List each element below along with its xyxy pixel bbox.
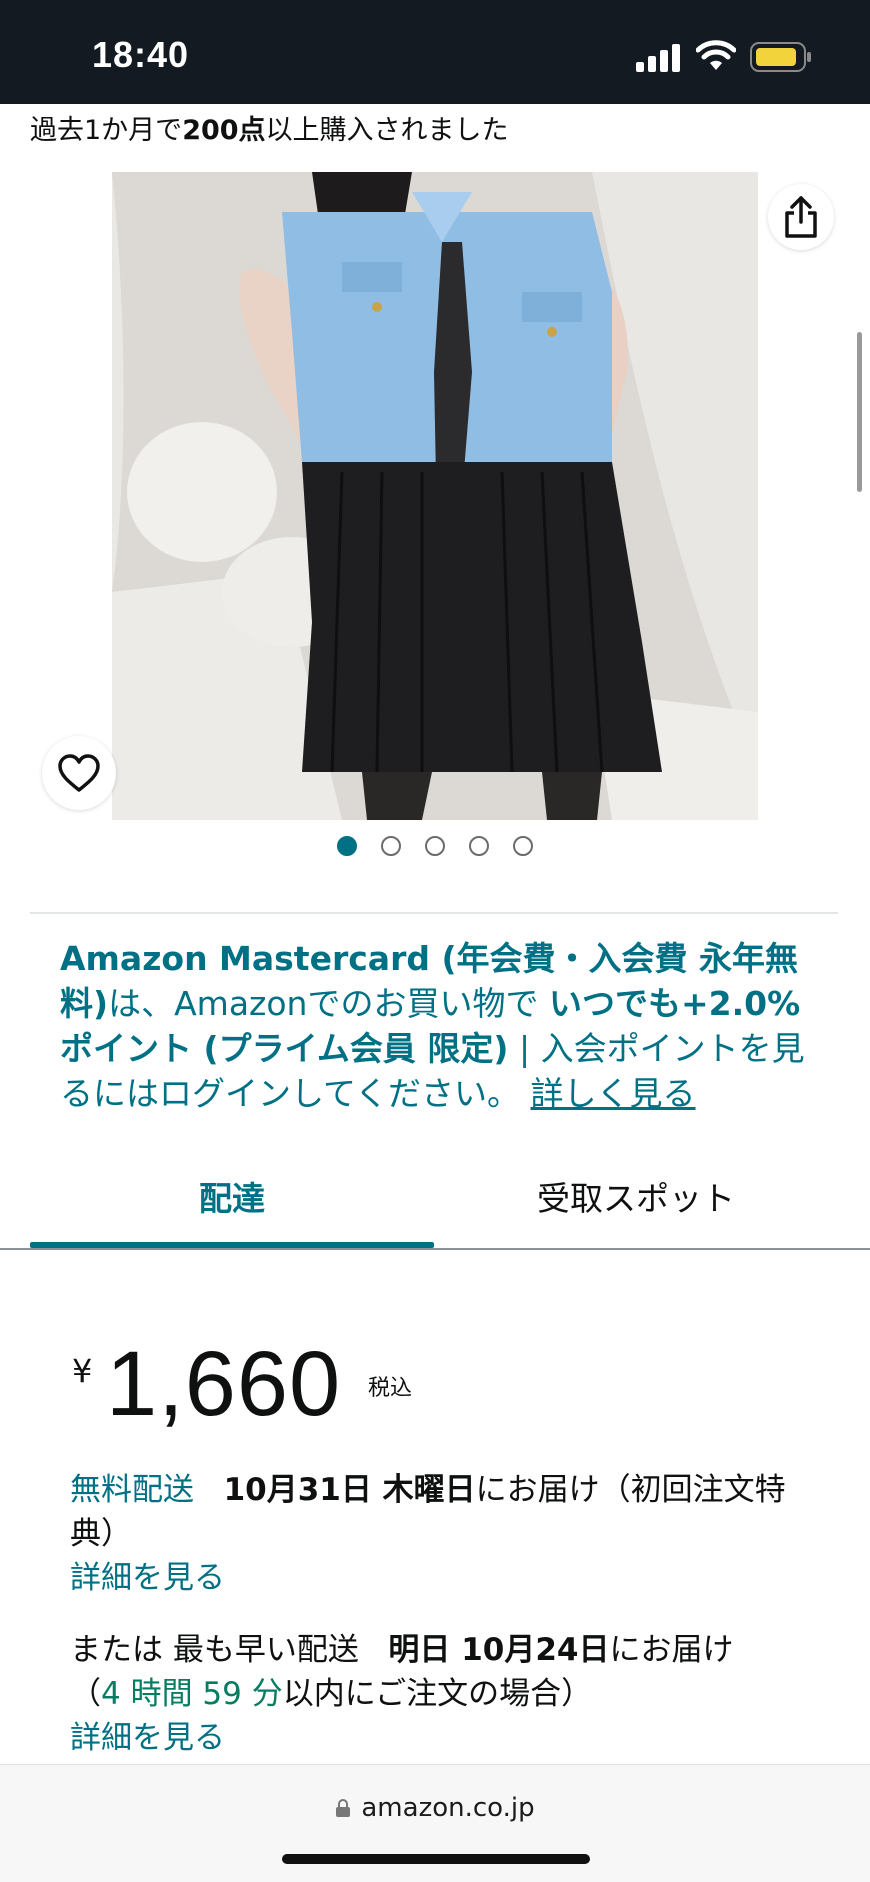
free-shipping-info: 無料配送 10月31日 木曜日にお届け（初回注文特典） 詳細を見る: [70, 1468, 810, 1600]
status-time: 18:40: [92, 34, 190, 75]
tab-delivery[interactable]: 配達: [30, 1140, 434, 1252]
purchase-count-notice: 過去1か月で200点以上購入されました: [30, 108, 509, 147]
tab-pickup-spot[interactable]: 受取スポット: [434, 1140, 838, 1252]
pagination-dot-3[interactable]: [425, 836, 445, 856]
home-indicator[interactable]: [282, 1854, 590, 1864]
fast-shipping-prefix: または 最も早い配送: [70, 1632, 359, 1668]
notice-suffix: 以上購入されました: [265, 115, 509, 146]
price-amount: 1,660: [106, 1333, 342, 1435]
fast-shipping-date: 明日 10月24日: [388, 1632, 610, 1668]
notice-count: 200点: [182, 115, 266, 146]
lock-icon: [336, 1799, 351, 1817]
price-currency: ¥: [72, 1352, 93, 1390]
free-shipping-label: 無料配送: [70, 1472, 194, 1508]
delivery-tabs: 配達 受取スポット: [0, 1140, 870, 1252]
mastercard-promo[interactable]: Amazon Mastercard (年会費・入会費 永年無料)は、Amazon…: [60, 936, 830, 1116]
battery-icon: [750, 42, 811, 72]
promo-details-link[interactable]: 詳しく見る: [531, 1074, 696, 1113]
fast-shipping-text: にお届け: [609, 1632, 734, 1668]
notice-prefix: 過去1か月で: [30, 115, 183, 146]
cellular-signal-icon: [636, 44, 680, 72]
countdown-paren-open: （: [70, 1676, 101, 1712]
fast-shipping-info: または 最も早い配送 明日 10月24日にお届け （4 時間 59 分以内にご注…: [70, 1628, 810, 1760]
share-icon: [785, 196, 817, 238]
promo-text-1: は、Amazonでのお買い物で: [108, 984, 549, 1023]
status-bar: 18:40: [0, 0, 870, 104]
pagination-dot-1[interactable]: [337, 836, 357, 856]
heart-icon: [58, 754, 100, 792]
product-photo[interactable]: [112, 172, 758, 820]
browser-address-bar[interactable]: amazon.co.jp: [0, 1764, 870, 1882]
section-divider: [30, 912, 838, 914]
image-scrollbar: [857, 332, 862, 492]
share-button[interactable]: [768, 184, 834, 250]
wifi-icon: [696, 40, 736, 70]
wishlist-button[interactable]: [42, 736, 116, 810]
free-shipping-details-link[interactable]: 詳細を見る: [70, 1556, 810, 1600]
product-image-gallery[interactable]: [0, 172, 870, 820]
price-tax-label: 税込: [368, 1376, 413, 1401]
gallery-pagination: [0, 836, 870, 856]
pagination-dot-5[interactable]: [513, 836, 533, 856]
fast-shipping-details-link[interactable]: 詳細を見る: [70, 1716, 810, 1760]
order-countdown: 4 時間 59 分: [101, 1676, 283, 1712]
pagination-dot-4[interactable]: [469, 836, 489, 856]
url-text: amazon.co.jp: [361, 1793, 535, 1823]
tabs-bottom-border: [0, 1248, 870, 1250]
free-shipping-date: 10月31日 木曜日: [223, 1472, 476, 1508]
countdown-text: 以内にご注文の場合）: [282, 1676, 593, 1712]
address-display[interactable]: amazon.co.jp: [0, 1793, 870, 1823]
pagination-dot-2[interactable]: [381, 836, 401, 856]
